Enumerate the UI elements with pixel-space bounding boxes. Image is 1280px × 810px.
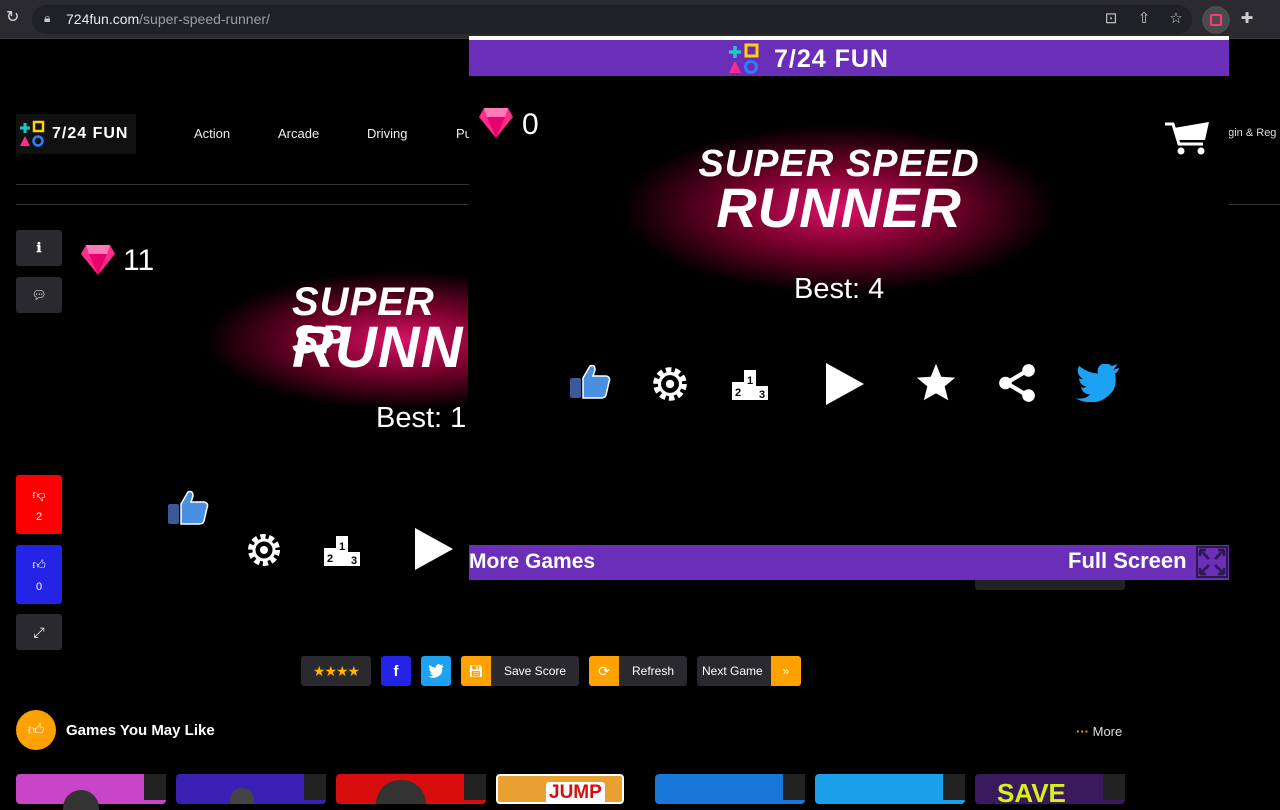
leaderboard-podium-icon[interactable]: 2 1 3 — [322, 528, 362, 568]
thumbs-down-icon: 👎︎ — [32, 486, 46, 502]
svg-text:3: 3 — [759, 389, 765, 401]
section-title: Games You May Like — [66, 722, 215, 739]
game-footer-bar: More Games Full Screen — [469, 545, 1229, 580]
comment-icon: 💬︎ — [31, 288, 47, 302]
share-icon[interactable] — [996, 362, 1038, 404]
logo-shapes-icon — [20, 120, 45, 147]
thumbnail-title: SAVE — [997, 778, 1066, 808]
svg-text:1: 1 — [747, 375, 753, 387]
twitter-bird-icon[interactable] — [1075, 364, 1121, 402]
logo-shapes-icon — [729, 43, 759, 74]
svg-text:2: 2 — [735, 387, 741, 399]
url-domain: 724fun.com — [66, 11, 140, 27]
divider — [16, 184, 469, 185]
save-score-label: Save Score — [504, 664, 567, 678]
refresh-button[interactable]: ⟳ Refresh — [589, 656, 687, 686]
game-best-score: Best: 4 — [794, 273, 885, 305]
save-icon: 💾︎ — [461, 656, 491, 686]
play-icon[interactable] — [823, 360, 867, 408]
thumbs-up-badge-icon: 👍︎ — [16, 710, 56, 750]
divider — [1229, 204, 1280, 205]
extension-active-icon[interactable] — [1202, 6, 1230, 34]
gem-count: 11 — [123, 244, 155, 277]
svg-text:3: 3 — [351, 555, 357, 567]
nav-arcade[interactable]: Arcade — [278, 126, 319, 141]
game-header-bar: 7/24 FUN — [469, 40, 1229, 76]
shop-cart-icon[interactable] — [1163, 118, 1213, 156]
info-button[interactable]: ℹ — [16, 230, 62, 266]
logo-text: 7/24 FUN — [52, 125, 129, 142]
dots-icon: ··· — [1076, 724, 1089, 739]
fullscreen-side-button[interactable]: ⤢ — [16, 614, 62, 650]
play-icon[interactable] — [412, 526, 456, 572]
game-gem-count: 0 — [522, 108, 539, 141]
more-link[interactable]: ··· More — [1076, 724, 1122, 739]
settings-gear-icon[interactable] — [649, 363, 691, 405]
nav-driving[interactable]: Driving — [367, 126, 407, 141]
expand-icon: ⤢ — [33, 623, 45, 640]
game-title-line-2: RUNNER — [716, 176, 962, 239]
star-icon: ★★★★ — [312, 662, 360, 679]
game-window[interactable]: 7/24 FUN 0 SUPER SPEED RUNNER Best: 4 2 … — [469, 36, 1229, 580]
gem-icon — [479, 108, 513, 138]
like-button[interactable]: 👍︎ 0 — [16, 545, 62, 604]
url-text[interactable]: 724fun.com/super-speed-runner/ — [66, 11, 270, 27]
svg-text:2: 2 — [327, 553, 333, 565]
share-icon[interactable]: ⇧ — [1135, 10, 1153, 28]
settings-gear-icon[interactable] — [244, 530, 284, 570]
dislike-count: 2 — [35, 510, 43, 523]
more-label: More — [1092, 724, 1123, 739]
reload-icon[interactable]: ↻ — [6, 10, 22, 26]
browser-chrome: ↻ 🔒︎ 724fun.com/super-speed-runner/ ⊡ ⇧ … — [0, 0, 1280, 39]
like-count: 0 — [35, 580, 43, 593]
title-line-2: RUNN — [292, 315, 464, 380]
leaderboard-podium-icon[interactable]: 2 1 3 — [730, 362, 770, 402]
full-screen-button[interactable]: Full Screen — [1068, 548, 1187, 574]
twitter-bird-icon — [428, 664, 444, 678]
like-thumb-icon[interactable] — [567, 362, 613, 400]
twitter-share-button[interactable] — [421, 656, 451, 686]
save-score-button[interactable]: 💾︎ Save Score — [461, 656, 579, 686]
hidden-widget-edge — [975, 580, 1125, 590]
translate-icon[interactable]: ⊡ — [1102, 10, 1120, 28]
thumbs-up-icon: 👍︎ — [32, 556, 46, 572]
refresh-label: Refresh — [632, 664, 675, 678]
bookmark-star-icon[interactable]: ☆ — [1167, 10, 1185, 28]
gem-icon — [81, 245, 115, 275]
address-bar[interactable]: 🔒︎ 724fun.com/super-speed-runner/ — [32, 5, 1192, 34]
info-icon: ℹ — [36, 240, 42, 255]
facebook-icon: f — [393, 662, 399, 680]
background-game-canvas[interactable]: 11 SUPER SP RUNN Best: 1 2 1 3 — [62, 190, 468, 590]
more-games-link[interactable]: More Games — [469, 550, 595, 574]
next-game-label: Next Game — [702, 664, 763, 678]
lock-icon[interactable]: 🔒︎ — [44, 11, 50, 26]
best-score: Best: 1 — [376, 402, 467, 434]
nav-action[interactable]: Action — [194, 126, 230, 141]
thumbnail-title: JUMP — [546, 782, 605, 804]
chevron-right-icon: » — [771, 656, 801, 686]
star-icon[interactable] — [915, 362, 957, 402]
like-thumb-icon[interactable] — [166, 488, 210, 526]
refresh-icon: ⟳ — [589, 656, 619, 686]
rating-stars[interactable]: ★★★★ — [301, 656, 371, 686]
comment-button[interactable]: 💬︎ — [16, 277, 62, 313]
next-game-button[interactable]: Next Game » — [697, 656, 801, 686]
url-path: /super-speed-runner/ — [139, 11, 270, 27]
svg-text:1: 1 — [339, 541, 345, 553]
extensions-puzzle-icon[interactable]: ✚ — [1238, 10, 1256, 28]
login-register-link[interactable]: ogin & Reg — [1222, 127, 1276, 139]
game-header-title: 7/24 FUN — [774, 45, 889, 73]
fullscreen-expand-icon[interactable] — [1196, 546, 1228, 578]
dislike-button[interactable]: 👎︎ 2 — [16, 475, 62, 534]
site-logo[interactable]: 7/24 FUN — [16, 114, 136, 154]
facebook-share-button[interactable]: f — [381, 656, 411, 686]
